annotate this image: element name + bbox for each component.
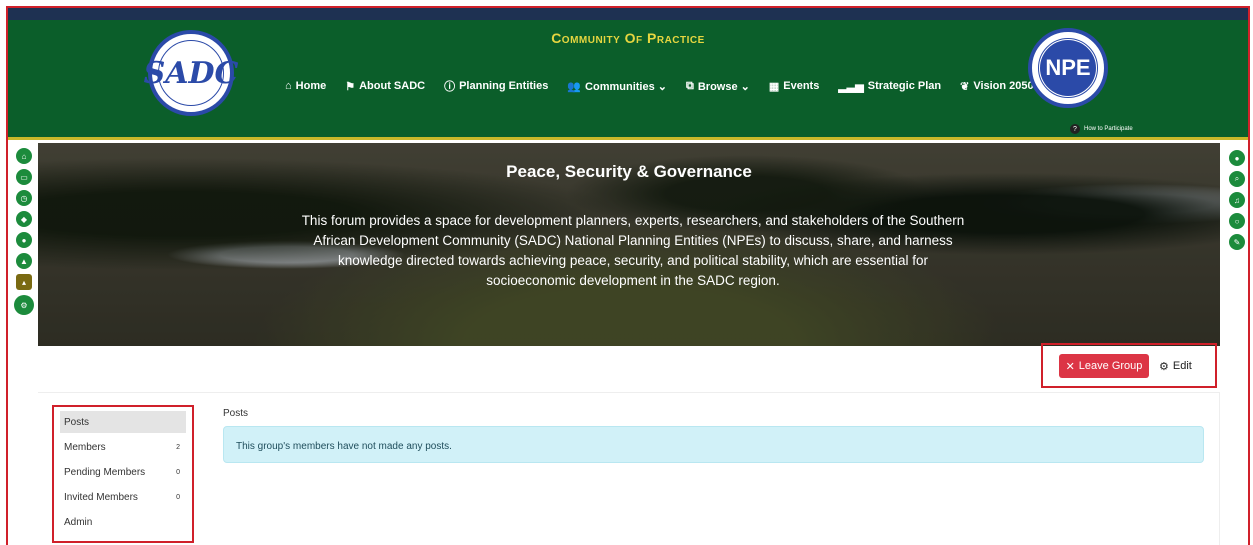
tag-icon[interactable]: ◆: [16, 211, 32, 227]
nav-about-sadc[interactable]: ⚑ About SADC: [345, 80, 425, 93]
nav-about-label: About SADC: [359, 80, 426, 92]
nav-planning-entities[interactable]: ⓘ Planning Entities: [444, 78, 548, 94]
group-nav-count: 2: [176, 443, 180, 451]
main-nav: ⌂ Home ⚑ About SADC ⓘ Planning Entities 👥 Co…: [285, 78, 1034, 94]
nav-planning-label: Planning Entities: [459, 80, 549, 92]
edit-label: Edit: [1172, 360, 1192, 372]
group-nav-pending-members[interactable]: Pending Members 0: [60, 461, 186, 483]
nav-events[interactable]: ▦ Events: [769, 80, 819, 93]
group-nav-posts[interactable]: Posts: [60, 411, 186, 433]
nav-communities[interactable]: 👥 Communities ⌄: [567, 80, 667, 93]
browse-icon: ⧉: [685, 79, 694, 92]
nav-vision-label: Vision 2050: [973, 80, 1034, 92]
group-nav-members[interactable]: Members 2: [60, 436, 186, 458]
users-icon: 👥: [567, 80, 582, 93]
bell-icon[interactable]: ♫: [1229, 192, 1245, 208]
nav-events-label: Events: [783, 80, 820, 92]
sadc-logo[interactable]: SADC: [144, 30, 238, 116]
home-icon: ⌂: [285, 80, 292, 92]
group-nav-count: 0: [176, 468, 180, 476]
settings-icon[interactable]: ⚙: [14, 295, 34, 315]
nav-home-label: Home: [295, 80, 327, 92]
group-nav-count: 0: [176, 493, 180, 501]
group-nav-admin[interactable]: Admin: [60, 511, 186, 533]
npe-logo-ring: [1038, 38, 1098, 98]
content-panel: [38, 392, 1220, 545]
home-icon[interactable]: ⌂: [16, 148, 32, 164]
flag-icon: ⚑: [345, 80, 356, 93]
fire-icon[interactable]: ●: [16, 232, 32, 248]
leaf-icon: ❦: [960, 80, 970, 93]
group-nav-label: Members: [64, 441, 106, 453]
signal-icon: ▂▃▅: [838, 80, 864, 93]
top-strip: [8, 8, 1248, 20]
group-description: This forum provides a space for developm…: [301, 213, 965, 288]
chat-icon[interactable]: ○: [1229, 213, 1245, 229]
user-icon[interactable]: ▲: [16, 253, 32, 269]
group-nav-label: Pending Members: [64, 466, 146, 478]
sadc-logo-ring: [158, 40, 224, 106]
how-to-participate-link[interactable]: ? How to Participate: [1070, 124, 1133, 134]
site-header: Community Of Practice SADC ⌂ Home ⚑ About …: [8, 20, 1248, 140]
group-nav-label: Posts: [64, 416, 90, 428]
avatar-icon[interactable]: ●: [1229, 150, 1245, 166]
how-to-participate-label: How to Participate: [1084, 126, 1133, 132]
empty-posts-alert: This group's members have not made any p…: [223, 426, 1204, 463]
groups-icon[interactable]: ▴: [16, 274, 32, 290]
question-icon: ?: [1070, 124, 1080, 134]
clock-icon[interactable]: ◷: [16, 190, 32, 206]
nav-browse[interactable]: ⧉ Browse ⌄: [686, 80, 750, 93]
search-icon[interactable]: ⌕: [1229, 171, 1245, 187]
nav-home[interactable]: ⌂ Home: [285, 80, 326, 92]
info-icon: ⓘ: [444, 81, 456, 93]
edit-button[interactable]: ⚙ Edit: [1159, 354, 1209, 378]
leave-group-button[interactable]: ✕ Leave Group: [1059, 354, 1149, 378]
leave-group-label: Leave Group: [1078, 360, 1143, 372]
gear-icon: ⚙: [1159, 360, 1169, 373]
calendar-icon: ▦: [768, 80, 780, 93]
nav-strategic-label: Strategic Plan: [867, 80, 942, 92]
section-title: Posts: [223, 408, 249, 419]
right-sidebar-toolbar: ● ⌕ ♫ ○ ✎: [1225, 150, 1249, 250]
group-nav-label: Invited Members: [64, 491, 138, 503]
compose-icon[interactable]: ✎: [1229, 234, 1245, 250]
close-icon: ✕: [1065, 360, 1075, 373]
nav-communities-label: Communities ⌄: [585, 80, 667, 93]
nav-browse-label: Browse ⌄: [697, 80, 750, 93]
group-nav-label: Admin: [64, 516, 93, 528]
group-nav-invited-members[interactable]: Invited Members 0: [60, 486, 186, 508]
group-nav: Posts Members 2 Pending Members 0 Invited …: [52, 405, 194, 543]
group-title: Peace, Security & Governance: [506, 162, 752, 181]
left-sidebar-toolbar: ⌂ ▭ ◷ ◆ ● ▲ ▴ ⚙: [10, 148, 38, 315]
nav-strategic-plan[interactable]: ▂▃▅ Strategic Plan: [838, 80, 941, 93]
inbox-icon[interactable]: ▭: [16, 169, 32, 185]
npe-logo[interactable]: NPE: [1028, 28, 1108, 108]
group-banner: Peace, Security & Governance This forum …: [38, 143, 1220, 346]
nav-vision-2050[interactable]: ❦ Vision 2050: [960, 80, 1034, 93]
group-actions: ✕ Leave Group ⚙ Edit: [1041, 343, 1217, 388]
